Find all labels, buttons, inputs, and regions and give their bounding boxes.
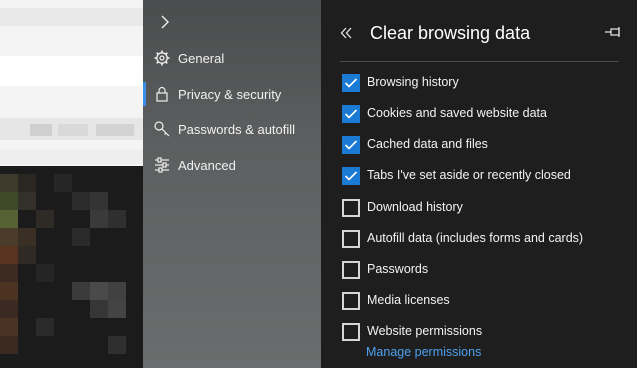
option-label: Cookies and saved website data xyxy=(367,106,547,120)
divider xyxy=(340,61,619,62)
nav-item-passwords-autofill[interactable]: Passwords & autofill xyxy=(143,112,321,146)
checkbox[interactable] xyxy=(342,167,360,185)
key-icon xyxy=(153,120,171,138)
settings-nav-pane: General Privacy & security Passwords & a… xyxy=(143,0,321,368)
pin-icon[interactable] xyxy=(604,25,622,39)
clear-browsing-data-panel: Clear browsing data Browsing history Coo… xyxy=(321,0,637,368)
option-label: Cached data and files xyxy=(367,137,488,151)
option-label: Passwords xyxy=(367,262,429,276)
checkbox[interactable] xyxy=(342,261,360,279)
panel-title: Clear browsing data xyxy=(370,23,531,43)
checkbox[interactable] xyxy=(342,292,360,310)
nav-item-general[interactable]: General xyxy=(143,41,321,75)
sliders-icon xyxy=(153,156,171,174)
checkbox[interactable] xyxy=(342,323,360,341)
option-label: Media licenses xyxy=(367,293,450,307)
expand-chevron-icon[interactable] xyxy=(155,12,175,32)
back-chevrons-icon[interactable] xyxy=(340,26,354,40)
option-autofill-data[interactable]: Autofill data (includes forms and cards) xyxy=(342,230,612,250)
checkbox[interactable] xyxy=(342,105,360,123)
option-media-licenses[interactable]: Media licenses xyxy=(342,292,612,312)
background-page xyxy=(0,0,143,368)
nav-item-label: Privacy & security xyxy=(178,86,282,102)
lock-icon xyxy=(153,85,171,103)
nav-item-privacy-security[interactable]: Privacy & security xyxy=(143,77,321,111)
option-download-history[interactable]: Download history xyxy=(342,199,612,219)
checkbox[interactable] xyxy=(342,136,360,154)
option-label: Tabs I've set aside or recently closed xyxy=(367,168,571,182)
checkbox[interactable] xyxy=(342,74,360,92)
option-website-permissions[interactable]: Website permissions xyxy=(342,323,612,343)
nav-item-label: Passwords & autofill xyxy=(178,121,296,137)
option-label: Browsing history xyxy=(367,75,459,89)
checkbox[interactable] xyxy=(342,230,360,248)
bg-blur-block xyxy=(30,124,52,136)
checkbox[interactable] xyxy=(342,199,360,217)
manage-permissions-link[interactable]: Manage permissions xyxy=(366,345,481,359)
option-label: Website permissions xyxy=(367,324,483,338)
option-tabs-set-aside[interactable]: Tabs I've set aside or recently closed xyxy=(342,167,612,187)
option-label: Autofill data (includes forms and cards) xyxy=(367,231,584,245)
bg-band xyxy=(0,150,143,164)
nav-item-label: General xyxy=(178,50,225,66)
background-image-blurred xyxy=(0,166,143,368)
option-browsing-history[interactable]: Browsing history xyxy=(342,74,612,94)
option-label: Download history xyxy=(367,200,463,214)
nav-item-advanced[interactable]: Advanced xyxy=(143,148,321,182)
nav-item-label: Advanced xyxy=(178,157,236,173)
gear-icon xyxy=(153,49,171,67)
option-cached-data[interactable]: Cached data and files xyxy=(342,136,612,156)
option-passwords[interactable]: Passwords xyxy=(342,261,612,281)
bg-blur-block xyxy=(96,124,134,136)
bg-blur-block xyxy=(58,124,88,136)
bg-band xyxy=(0,8,143,26)
bg-band xyxy=(0,56,143,86)
option-cookies[interactable]: Cookies and saved website data xyxy=(342,105,612,125)
